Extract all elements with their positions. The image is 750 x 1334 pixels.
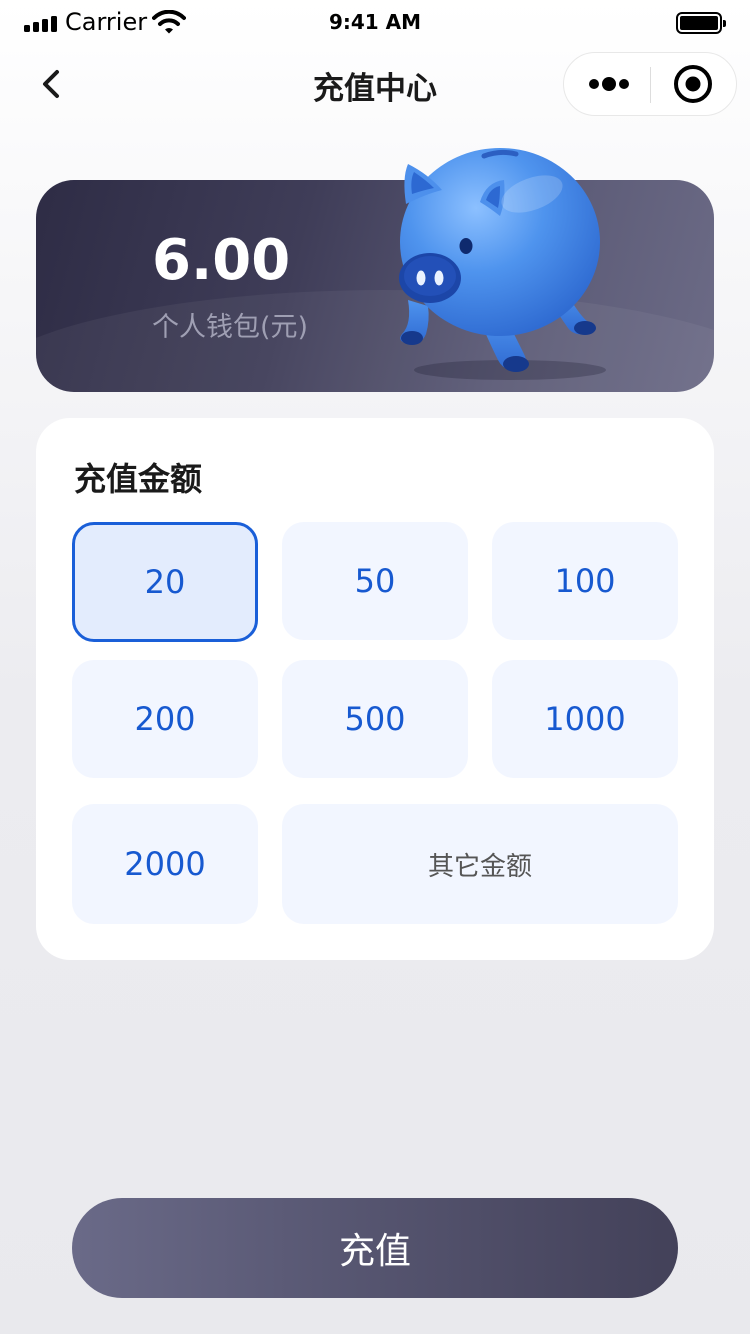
mini-program-capsule	[563, 52, 737, 116]
piggy-bank-icon	[399, 148, 606, 380]
wallet-balance: 6.00	[152, 228, 291, 293]
more-button[interactable]	[564, 53, 650, 115]
status-time: 9:41 AM	[328, 10, 422, 34]
amount-option-500[interactable]: 500	[282, 660, 468, 778]
amount-option-200[interactable]: 200	[72, 660, 258, 778]
status-bar: Carrier 9:41 AM	[0, 0, 750, 46]
target-close-icon	[674, 65, 712, 103]
close-button[interactable]	[651, 53, 737, 115]
amount-section-title: 充值金额	[74, 460, 203, 498]
amount-option-20[interactable]: 20	[72, 522, 258, 642]
wallet-label: 个人钱包(元)	[152, 312, 309, 343]
recharge-button[interactable]: 充值	[72, 1198, 678, 1298]
amount-option-100[interactable]: 100	[492, 522, 678, 640]
amount-option-2000[interactable]: 2000	[72, 804, 258, 924]
battery-icon	[676, 12, 726, 34]
amount-option-50[interactable]: 50	[282, 522, 468, 640]
other-amount-option[interactable]: 其它金额	[282, 804, 678, 924]
amount-option-1000[interactable]: 1000	[492, 660, 678, 778]
